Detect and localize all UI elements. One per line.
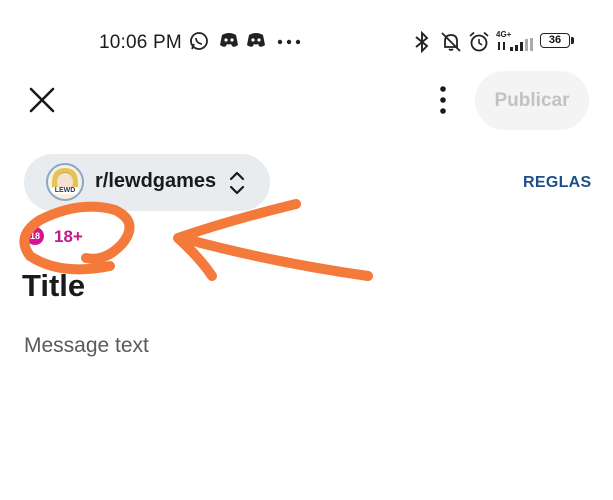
more-dots-icon — [277, 39, 301, 45]
close-icon — [29, 87, 55, 113]
close-button[interactable] — [25, 83, 59, 117]
publish-button[interactable]: Publicar — [475, 71, 589, 130]
avatar-label: LEWD — [51, 187, 79, 194]
community-name: r/lewdgames — [95, 170, 217, 192]
nsfw-tag[interactable]: 18+ — [54, 227, 83, 247]
more-options-button[interactable] — [432, 84, 454, 116]
rules-link[interactable]: REGLAS — [523, 174, 591, 192]
title-input[interactable] — [22, 264, 582, 308]
battery-icon: 36 — [540, 33, 570, 48]
status-time: 10:06 PM — [99, 32, 182, 53]
battery-tip — [571, 37, 574, 44]
discord-icon — [220, 33, 238, 47]
community-selector[interactable]: LEWD r/lewdgames — [24, 154, 270, 211]
community-avatar: LEWD — [46, 163, 84, 201]
nsfw-icon: 18 — [26, 227, 44, 245]
chevron-up-down-icon — [229, 171, 245, 195]
bell-off-icon — [441, 32, 461, 52]
body-text-input[interactable] — [24, 334, 584, 454]
whatsapp-icon — [190, 32, 208, 50]
bluetooth-icon — [415, 31, 429, 53]
vertical-dots-icon — [440, 86, 446, 114]
discord-icon — [247, 33, 265, 47]
signal-icon — [498, 38, 533, 51]
alarm-icon — [469, 31, 489, 52]
